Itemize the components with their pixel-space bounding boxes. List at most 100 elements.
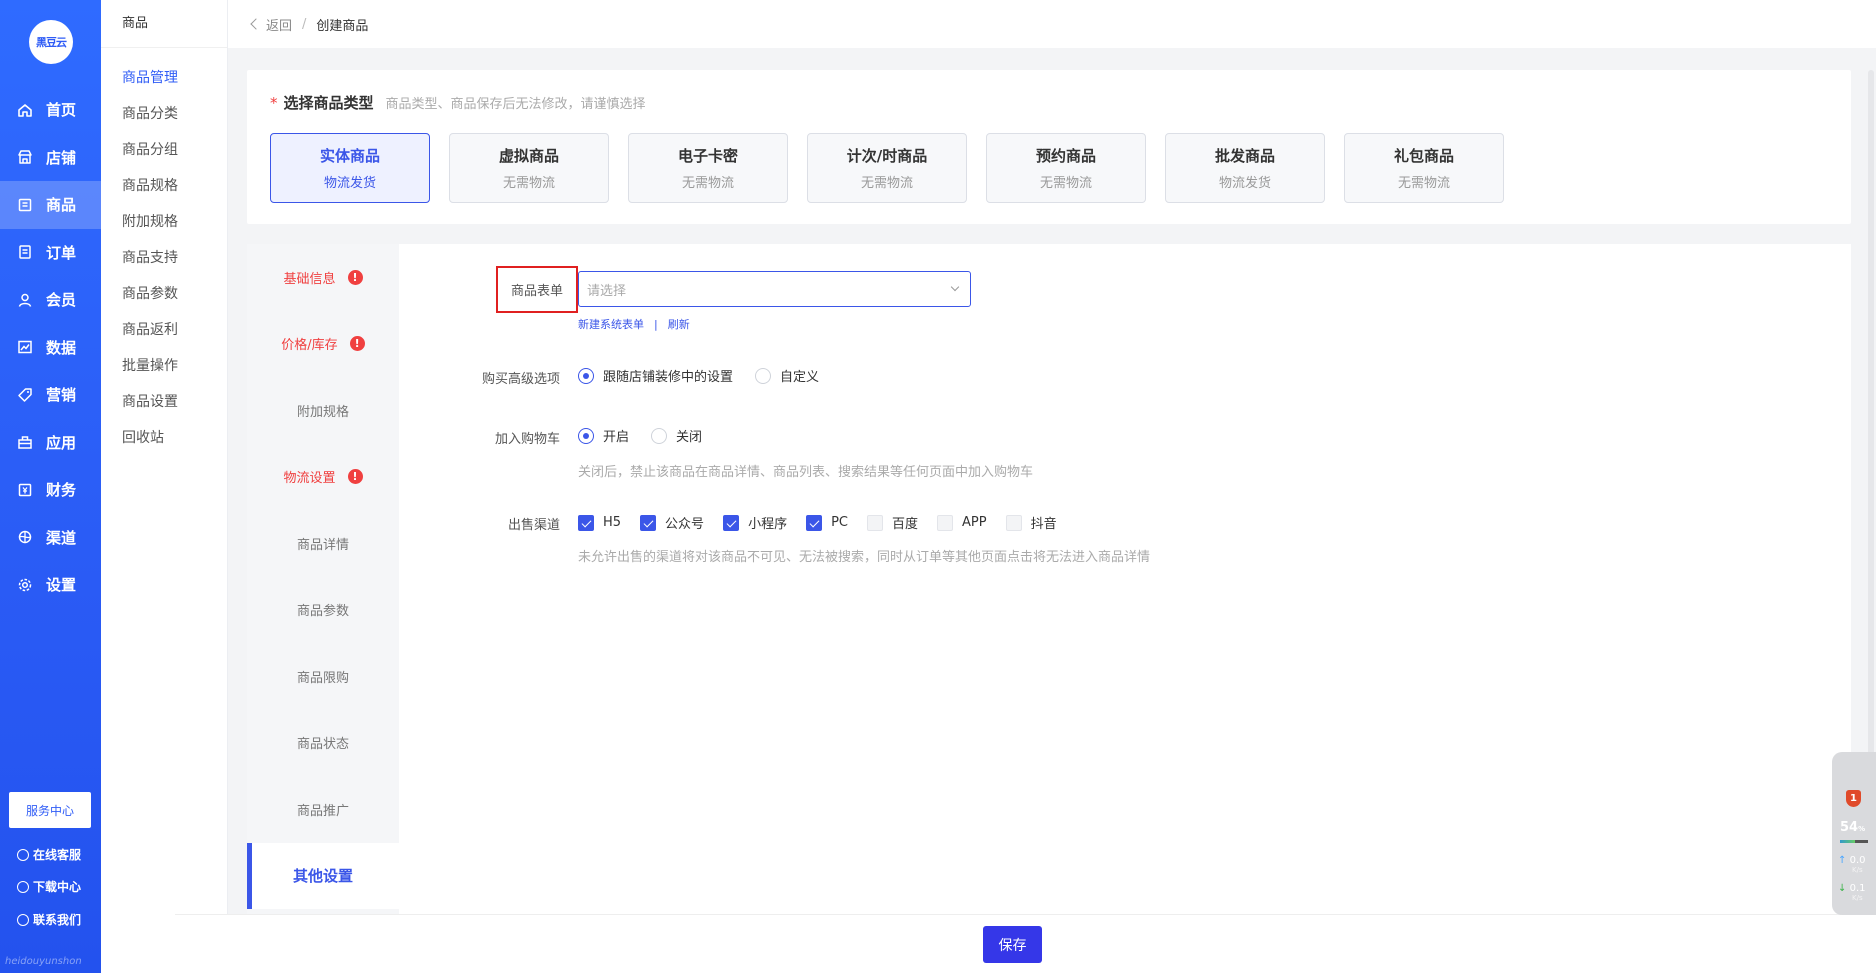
product-type-option[interactable]: 礼包商品 无需物流 (1344, 133, 1504, 203)
chevron-left-icon (250, 18, 262, 30)
form-tab-label: 其他设置 (292, 867, 353, 885)
channels-label: 出售渠道 (507, 518, 560, 533)
error-icon: ! (347, 469, 363, 484)
product-type-option[interactable]: 预约商品 无需物流 (986, 133, 1146, 203)
product-type-option[interactable]: 虚拟商品 无需物流 (449, 133, 609, 203)
product-type-heading: * 选择商品类型 商品类型、商品保存后无法修改，请谨慎选择 (270, 92, 646, 113)
nav-item-0[interactable]: 首页 (0, 86, 101, 134)
download-center-link[interactable]: 下载中心 (17, 878, 81, 895)
new-system-form-link[interactable]: 新建系统表单 (578, 316, 644, 332)
nav-item-5[interactable]: 数据 (0, 324, 101, 372)
submenu-item-6[interactable]: 商品参数 (101, 276, 227, 312)
service-center-button[interactable]: 服务中心 (9, 792, 91, 828)
brand-logo[interactable]: 黑豆云 (29, 20, 73, 64)
product-type-sub: 无需物流 (860, 176, 913, 191)
submenu-list: 商品管理 商品分类 商品分组 商品规格 附加规格 商品支持 商品参数 商品返利 批量操作 商品设置… (101, 48, 227, 456)
form-tab-0[interactable]: 基础信息! (247, 244, 399, 310)
chat-icon (17, 913, 29, 926)
channel-checkbox[interactable]: PC (806, 514, 848, 531)
refresh-link[interactable]: 刷新 (668, 316, 690, 332)
channel-checkbox[interactable]: H5 (578, 514, 621, 531)
brand-footer: heidouyunshon (5, 956, 82, 967)
nav-item-label: 数据 (46, 338, 77, 357)
nav-item-4[interactable]: 会员 (0, 276, 101, 324)
arrow-up-icon: ↑ (1838, 855, 1847, 866)
form-tab-7[interactable]: 商品状态 (247, 710, 399, 776)
cpu-progress-bar (1840, 840, 1868, 843)
contact-us-link[interactable]: 联系我们 (17, 911, 81, 928)
channel-checkbox[interactable]: 小程序 (723, 513, 787, 532)
submenu-item-8[interactable]: 批量操作 (101, 348, 227, 384)
nav-item-8[interactable]: 财务 (0, 466, 101, 514)
channel-checkbox[interactable]: 公众号 (640, 513, 704, 532)
radio-option[interactable]: 开启 (578, 426, 629, 445)
product-type-option[interactable]: 电子卡密 无需物流 (628, 133, 788, 203)
product-type-option[interactable]: 计次/时商品 无需物流 (807, 133, 967, 203)
breadcrumb-separator: / (302, 16, 307, 32)
form-tab-label: 商品详情 (296, 537, 349, 553)
form-tab-4[interactable]: 商品详情 (247, 510, 399, 576)
tag-icon (17, 387, 33, 403)
product-type-options: 实体商品 物流发货 虚拟商品 无需物流 电子卡密 无需物流 计次/时商品 无需物流 预约商品 无需… (270, 133, 1523, 203)
radio-label: 跟随店铺装修中的设置 (603, 370, 734, 385)
radio-dot (578, 367, 594, 384)
form-tab-label: 商品推广 (296, 803, 349, 819)
nav-item-7[interactable]: 应用 (0, 419, 101, 467)
product-type-option[interactable]: 批发商品 物流发货 (1165, 133, 1325, 203)
product-form-links: 新建系统表单 | 刷新 (578, 316, 690, 332)
product-type-name: 计次/时商品 (846, 147, 928, 165)
nav-item-1[interactable]: 店铺 (0, 134, 101, 182)
checkbox-label: 百度 (892, 517, 919, 532)
submenu-item-4[interactable]: 附加规格 (101, 204, 227, 240)
product-type-option[interactable]: 实体商品 物流发货 (270, 133, 430, 203)
channel-checkbox[interactable]: 百度 (867, 513, 918, 532)
checkbox-label: 小程序 (748, 517, 788, 532)
checkbox-box (640, 514, 657, 531)
online-service-link[interactable]: 在线客服 (17, 846, 81, 863)
nav-item-label: 财务 (46, 481, 77, 500)
nav-item-6[interactable]: 营销 (0, 371, 101, 419)
chevron-down-icon (950, 282, 960, 292)
radio-option[interactable]: 跟随店铺装修中的设置 (578, 366, 733, 385)
nav-item-3[interactable]: 订单 (0, 229, 101, 277)
home-icon (17, 102, 33, 118)
product-form-select[interactable]: 请选择 (578, 271, 971, 307)
form-tab-label: 商品参数 (296, 604, 349, 619)
back-link[interactable]: 返回 (250, 15, 292, 34)
arrow-down-icon: ↓ (1838, 883, 1847, 894)
form-tab-1[interactable]: 价格/库存! (247, 311, 399, 377)
nav-item-9[interactable]: 渠道 (0, 514, 101, 562)
nav-item-2[interactable]: 商品 (0, 181, 101, 229)
form-tab-8[interactable]: 商品推广 (247, 776, 399, 842)
product-type-name: 批发商品 (1214, 147, 1275, 165)
channel-checkbox[interactable]: 抖音 (1005, 513, 1057, 532)
nav-item-10[interactable]: 设置 (0, 561, 101, 609)
system-monitor-widget[interactable]: 1 54% ↑ 0.0 K/s ↓ 0.1 K/s (1832, 752, 1876, 915)
submenu-item-7[interactable]: 商品返利 (101, 312, 227, 348)
checkbox-label: 公众号 (665, 517, 705, 532)
channel-checkbox[interactable]: APP (937, 514, 987, 531)
form-tab-3[interactable]: 物流设置! (247, 444, 399, 510)
submenu-item-2[interactable]: 商品分组 (101, 132, 227, 168)
form-tab-9[interactable]: 其他设置 (247, 842, 399, 909)
product-type-sub: 无需物流 (502, 176, 555, 191)
submenu-item-3[interactable]: 商品规格 (101, 168, 227, 204)
submenu-item-9[interactable]: 商品设置 (101, 384, 227, 420)
nav-item-label: 订单 (46, 243, 77, 262)
add-cart-help: 关闭后，禁止该商品在商品详情、商品列表、搜索结果等任何页面中加入购物车 (578, 465, 1034, 480)
submenu-item-1[interactable]: 商品分类 (101, 96, 227, 132)
submenu-item-0[interactable]: 商品管理 (101, 60, 227, 96)
form-tab-6[interactable]: 商品限购 (247, 643, 399, 709)
product-type-name: 虚拟商品 (498, 147, 559, 165)
submenu-item-5[interactable]: 商品支持 (101, 240, 227, 276)
form-tab-2[interactable]: 附加规格 (247, 377, 399, 443)
submenu-item-10[interactable]: 回收站 (101, 420, 227, 456)
save-button[interactable]: 保存 (983, 926, 1042, 963)
advanced-buy-label: 购买高级选项 (481, 372, 560, 387)
radio-option[interactable]: 自定义 (755, 366, 819, 385)
checkbox-box (806, 514, 823, 531)
radio-option[interactable]: 关闭 (651, 426, 702, 445)
main-nav: 首页 店铺 商品订单会员数据营销 应用财务渠道 设置 (0, 86, 101, 609)
form-tab-5[interactable]: 商品参数 (247, 577, 399, 643)
checkbox-label: PC (831, 515, 848, 530)
